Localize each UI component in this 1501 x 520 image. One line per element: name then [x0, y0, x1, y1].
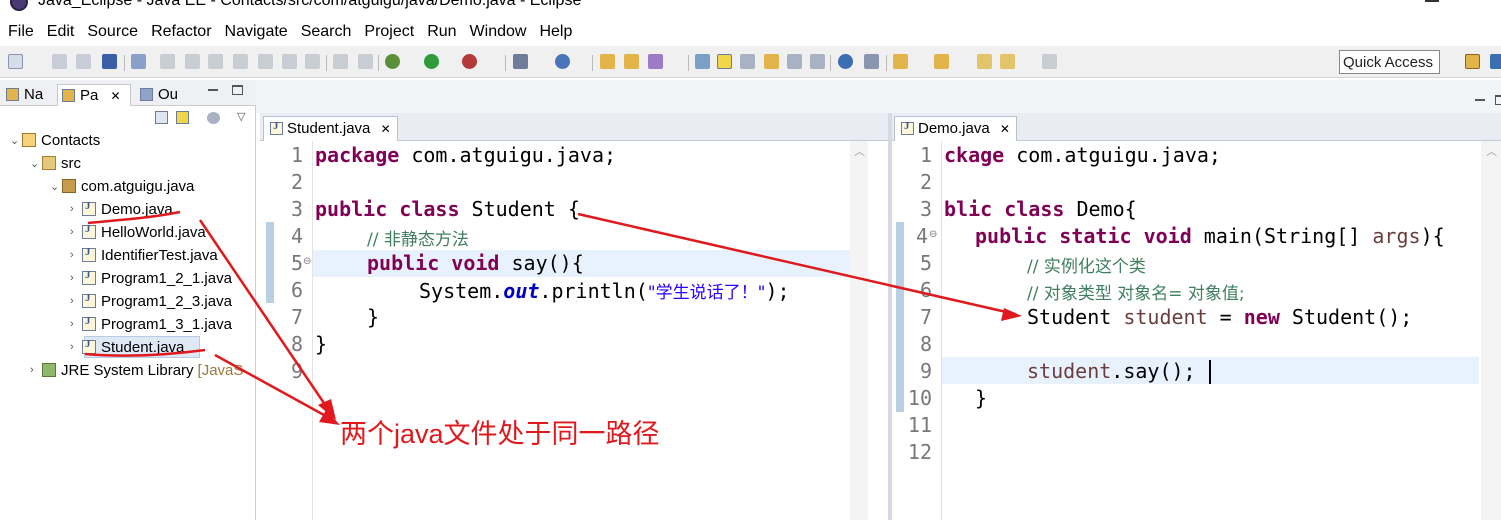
arrow-class-to-usage: [577, 212, 1016, 316]
arrow-student-to-label: [214, 353, 334, 422]
annotation-arrows: [84, 210, 1022, 425]
arrowhead: [1001, 308, 1022, 321]
underline-student: [84, 348, 206, 357]
annotation-label: 两个java文件处于同一路径: [340, 419, 660, 449]
underline-demo: [87, 210, 181, 225]
